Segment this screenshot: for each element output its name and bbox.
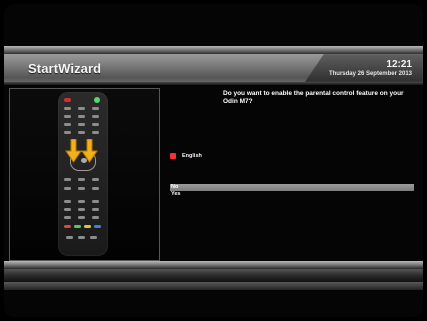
remote-button-icon: [92, 115, 99, 118]
remote-button-icon: [92, 216, 99, 219]
parental-control-question: Do you want to enable the parental contr…: [223, 90, 404, 105]
parental-control-options: No Yes: [170, 184, 414, 198]
remote-button-icon: [92, 107, 99, 110]
clock-time: 12:21: [386, 59, 412, 70]
remote-button-icon: [64, 107, 71, 110]
remote-button-icon: [78, 123, 85, 126]
red-square-icon: [170, 153, 176, 159]
tv-screenshot: StartWizard 12:21 Thursday 26 September …: [0, 0, 427, 321]
remote-button-icon: [78, 236, 85, 239]
remote-button-icon: [64, 200, 71, 203]
remote-button-icon: [92, 187, 99, 190]
option-no[interactable]: No: [170, 184, 414, 191]
remote-button-icon: [64, 115, 71, 118]
remote-green-key-icon: [74, 225, 81, 228]
remote-button-icon: [90, 236, 97, 239]
remote-red-button-icon: [64, 225, 71, 228]
remote-blue-key-icon: [94, 225, 101, 228]
remote-button-icon: [78, 187, 85, 190]
remote-button-icon: [78, 178, 85, 181]
option-yes[interactable]: Yes: [170, 191, 414, 198]
remote-button-icon: [78, 115, 85, 118]
clock-date: Thursday 26 September 2013: [328, 71, 412, 77]
remote-button-icon: [64, 187, 71, 190]
remote-green-button-icon: [94, 97, 100, 103]
bottom-chrome-band-middle: [4, 269, 423, 282]
remote-button-icon: [78, 200, 85, 203]
remote-yellow-key-icon: [84, 225, 91, 228]
top-chrome-band: [4, 46, 423, 54]
page-title: StartWizard: [28, 61, 102, 76]
remote-button-icon: [78, 208, 85, 211]
language-indicator: English: [170, 152, 202, 160]
remote-button-icon: [64, 178, 71, 181]
bottom-chrome-band-top: [4, 261, 423, 269]
down-arrow-icon: [81, 139, 98, 163]
remote-button-icon: [78, 131, 85, 134]
language-label: English: [182, 153, 202, 159]
start-wizard-screen: StartWizard 12:21 Thursday 26 September …: [4, 4, 423, 317]
remote-button-icon: [92, 208, 99, 211]
remote-button-icon: [64, 123, 71, 126]
remote-power-button-icon: [64, 98, 71, 102]
remote-control-icon: [58, 92, 108, 256]
remote-button-icon: [66, 236, 73, 239]
remote-button-icon: [64, 131, 71, 134]
header-divider: [4, 82, 423, 85]
remote-preview-panel: [9, 88, 160, 261]
remote-button-icon: [64, 216, 71, 219]
remote-button-icon: [92, 131, 99, 134]
remote-button-icon: [92, 178, 99, 181]
remote-button-icon: [64, 208, 71, 211]
remote-button-icon: [78, 216, 85, 219]
remote-button-icon: [92, 123, 99, 126]
bottom-chrome-band-bottom: [4, 282, 423, 290]
remote-button-icon: [92, 200, 99, 203]
down-arrow-icon: [65, 139, 82, 163]
remote-button-icon: [78, 107, 85, 110]
